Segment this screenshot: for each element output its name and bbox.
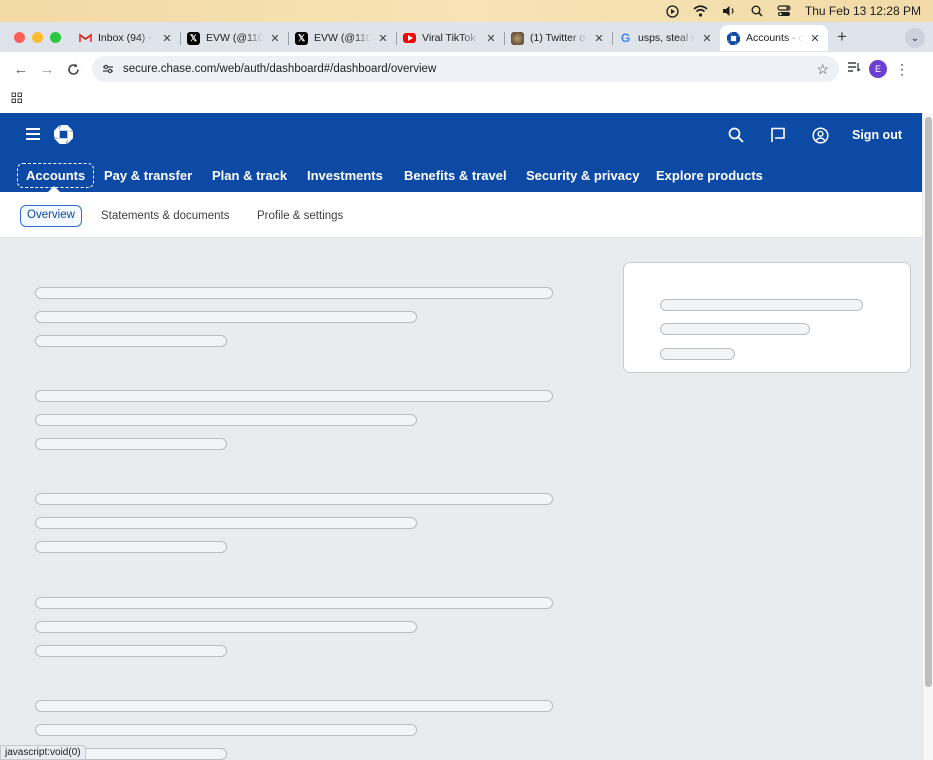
address-bar[interactable]: secure.chase.com/web/auth/dashboard#/das… [92,56,839,82]
url-text: secure.chase.com/web/auth/dashboard#/das… [123,63,437,75]
loading-placeholder [35,390,553,402]
control-center-icon[interactable] [777,3,791,19]
browser-menu-icon[interactable]: ⋮ [895,61,909,78]
chase-logo[interactable] [54,125,73,144]
tab-title: (1) Twitter on [530,32,587,44]
close-icon[interactable]: ✕ [809,32,821,45]
loading-placeholder [35,287,553,299]
nav-explore-products[interactable]: Explore products [656,163,763,188]
play-circle-icon[interactable] [666,3,679,19]
close-icon[interactable]: ✕ [161,32,173,45]
gmail-icon [79,32,92,45]
tab-list: Inbox (94) - e ✕ 𝕏 EVW (@11013 ✕ 𝕏 EVW (… [72,22,856,52]
tab-x-profile[interactable]: 𝕏 EVW (@11013 ✕ [288,25,396,51]
youtube-icon [403,33,416,43]
tab-twitter[interactable]: (1) Twitter on ✕ [504,25,612,51]
close-icon[interactable]: ✕ [485,32,497,45]
sign-out-button[interactable]: Sign out [852,128,902,142]
loading-placeholder [35,541,227,553]
reading-list-icon[interactable] [847,60,861,78]
loading-placeholder [35,724,417,736]
page-scrollbar[interactable] [922,113,933,760]
tab-gmail[interactable]: Inbox (94) - e ✕ [72,25,180,51]
chase-main-nav: Accounts Pay & transfer Plan & track Inv… [0,157,922,192]
profile-icon[interactable] [810,125,830,145]
loading-placeholder [660,323,810,335]
subnav-statements-documents[interactable]: Statements & documents [101,205,229,227]
loading-placeholder [660,299,863,311]
site-settings-icon[interactable] [102,64,114,74]
volume-icon[interactable] [722,3,737,19]
menubar-clock[interactable]: Thu Feb 13 12:28 PM [805,4,921,18]
tab-google-search[interactable]: G usps, steal m ✕ [612,25,720,51]
apps-grid-icon[interactable] [11,91,23,109]
loading-placeholder [35,621,417,633]
link-status-bar: javascript:void(0) [0,745,86,760]
close-window-button[interactable] [14,31,25,43]
toolbar-actions: E ⋮ [847,60,909,78]
chase-icon [727,31,740,45]
loading-placeholder [35,700,553,712]
loading-placeholder [35,311,417,323]
close-icon[interactable]: ✕ [701,32,713,45]
search-icon[interactable] [726,125,746,145]
subnav-overview[interactable]: Overview [20,205,82,227]
nav-plan-track[interactable]: Plan & track [212,163,287,188]
tab-title: EVW (@11013 [314,32,371,44]
nav-investments[interactable]: Investments [307,163,383,188]
wifi-icon[interactable] [693,3,708,19]
nav-accounts[interactable]: Accounts [17,163,95,188]
macos-menu-bar: Thu Feb 13 12:28 PM [0,0,933,22]
bookmark-star-icon[interactable]: ☆ [816,61,829,78]
profile-avatar[interactable]: E [869,60,887,78]
loading-placeholder [35,493,553,505]
close-icon[interactable]: ✕ [377,32,389,45]
tab-title: Inbox (94) - e [98,32,155,44]
close-icon[interactable]: ✕ [593,32,605,45]
tab-youtube[interactable]: Viral TikTok t ✕ [396,25,504,51]
x-icon: 𝕏 [187,31,200,45]
browser-tab-strip: Inbox (94) - e ✕ 𝕏 EVW (@11013 ✕ 𝕏 EVW (… [0,22,933,52]
tab-title: Accounts - c [746,32,803,44]
back-arrow-icon[interactable]: ← [8,56,34,82]
bookmarks-bar [0,86,933,113]
tab-chase-accounts[interactable]: Accounts - c ✕ [720,25,828,51]
new-tab-button[interactable]: + [828,27,856,47]
forward-arrow-icon[interactable]: → [34,56,60,82]
nav-pay-transfer[interactable]: Pay & transfer [104,163,192,188]
nav-benefits-travel[interactable]: Benefits & travel [404,163,507,188]
minimize-window-button[interactable] [32,31,43,43]
window-controls [0,31,72,43]
tab-title: EVW (@11013 [206,32,263,44]
nav-security-privacy[interactable]: Security & privacy [526,163,639,188]
loading-placeholder [35,414,417,426]
google-icon: G [620,31,631,45]
image-icon [511,31,524,45]
tab-x-profile[interactable]: 𝕏 EVW (@11013 ✕ [180,25,288,51]
browser-toolbar: ← → secure.chase.com/web/auth/dashboard#… [0,52,933,86]
close-icon[interactable]: ✕ [269,32,281,45]
search-icon[interactable] [751,3,763,19]
zoom-window-button[interactable] [50,31,61,43]
tab-title: usps, steal m [638,32,695,44]
chase-header: Sign out [0,113,922,157]
tab-title: Viral TikTok t [422,32,479,44]
chase-dashboard-page: Sign out Accounts Pay & transfer Plan & … [0,113,922,760]
chevron-down-icon[interactable]: ⌄ [905,28,925,48]
subnav-profile-settings[interactable]: Profile & settings [257,205,343,227]
loading-placeholder [35,335,227,347]
loading-placeholder [35,597,553,609]
loading-placeholder [35,645,227,657]
loading-placeholder [660,348,735,360]
messages-icon[interactable] [768,125,788,145]
menu-icon[interactable] [26,127,40,141]
scrollbar-thumb[interactable] [925,117,932,687]
loading-placeholder [35,517,417,529]
reload-icon[interactable] [60,56,86,82]
loading-placeholder [35,438,227,450]
x-icon: 𝕏 [295,31,308,45]
chase-sub-nav: Overview Statements & documents Profile … [0,192,922,238]
header-actions: Sign out [726,125,902,145]
